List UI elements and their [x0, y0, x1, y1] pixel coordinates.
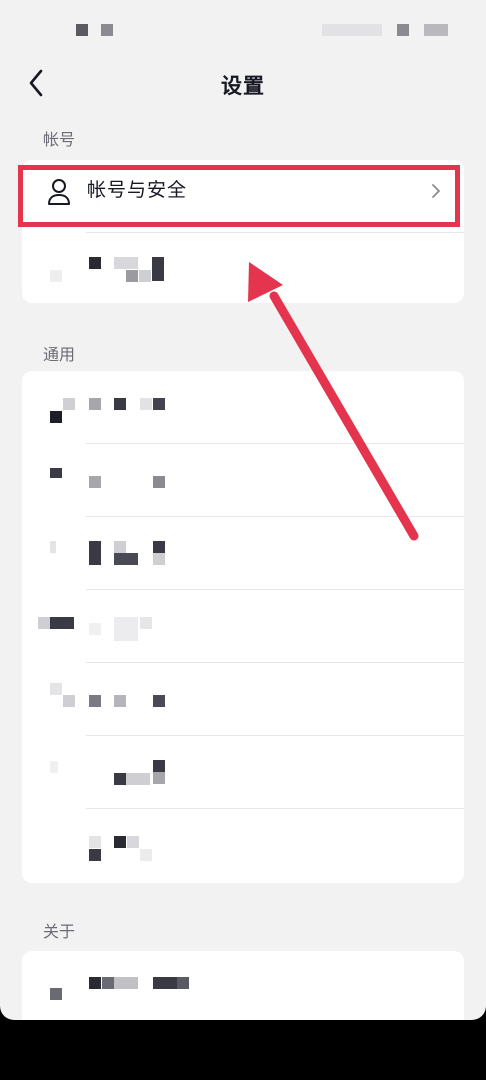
- section-label-about: 关于: [43, 922, 76, 941]
- nav-bar: 设置: [0, 60, 486, 106]
- general-row[interactable]: [22, 809, 464, 882]
- settings-screen: 设置 帐号 帐号与安全 通用 关于: [0, 0, 486, 1020]
- general-row[interactable]: [22, 444, 464, 517]
- general-row[interactable]: [22, 590, 464, 663]
- page-title: 设置: [221, 74, 265, 98]
- general-row[interactable]: [22, 663, 464, 736]
- account-row-redacted[interactable]: [22, 233, 464, 303]
- general-row[interactable]: [22, 517, 464, 590]
- general-row[interactable]: [22, 371, 464, 444]
- general-row[interactable]: [22, 736, 464, 809]
- status-bar: [0, 0, 486, 60]
- section-label-account: 帐号: [43, 130, 76, 149]
- section-label-general: 通用: [43, 345, 76, 364]
- about-card: [22, 951, 464, 1020]
- general-card: [22, 371, 464, 883]
- about-row[interactable]: [22, 951, 464, 1020]
- highlight-box: [18, 165, 460, 227]
